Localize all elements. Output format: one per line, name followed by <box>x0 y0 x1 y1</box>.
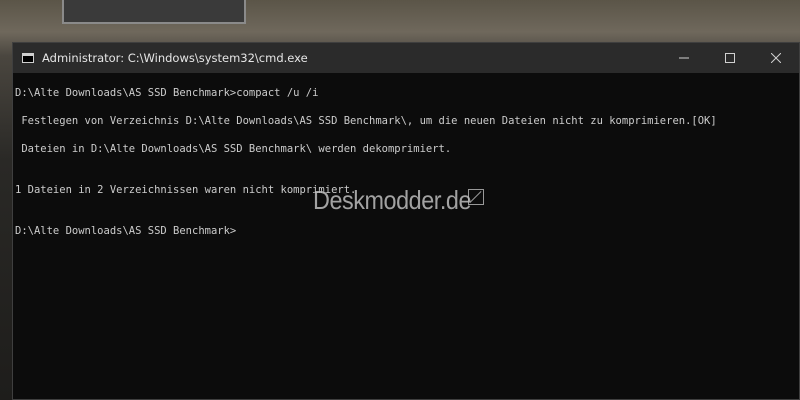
watermark-logo: Deskmodder.de <box>313 185 472 215</box>
console-line: Festlegen von Verzeichnis D:\Alte Downlo… <box>15 115 717 127</box>
cmd-app-icon <box>22 53 34 63</box>
window-titlebar[interactable]: Administrator: C:\Windows\system32\cmd.e… <box>13 43 799 73</box>
cmd-window[interactable]: Administrator: C:\Windows\system32\cmd.e… <box>12 42 800 400</box>
console-output[interactable]: D:\Alte Downloads\AS SSD Benchmark>compa… <box>13 73 799 399</box>
background-window <box>62 0 246 24</box>
console-line: D:\Alte Downloads\AS SSD Benchmark>compa… <box>15 87 319 99</box>
maximize-button[interactable] <box>707 43 753 73</box>
watermark-pen-icon <box>468 189 484 205</box>
close-button[interactable] <box>753 43 799 73</box>
console-line: D:\Alte Downloads\AS SSD Benchmark> <box>15 225 237 237</box>
maximize-icon <box>725 53 735 63</box>
console-line: 1 Dateien in 2 Verzeichnissen waren nich… <box>15 184 357 196</box>
console-line: Dateien in D:\Alte Downloads\AS SSD Benc… <box>15 143 452 155</box>
window-title: Administrator: C:\Windows\system32\cmd.e… <box>42 51 308 65</box>
minimize-button[interactable] <box>661 43 707 73</box>
close-icon <box>771 53 781 63</box>
minimize-icon <box>679 57 689 59</box>
